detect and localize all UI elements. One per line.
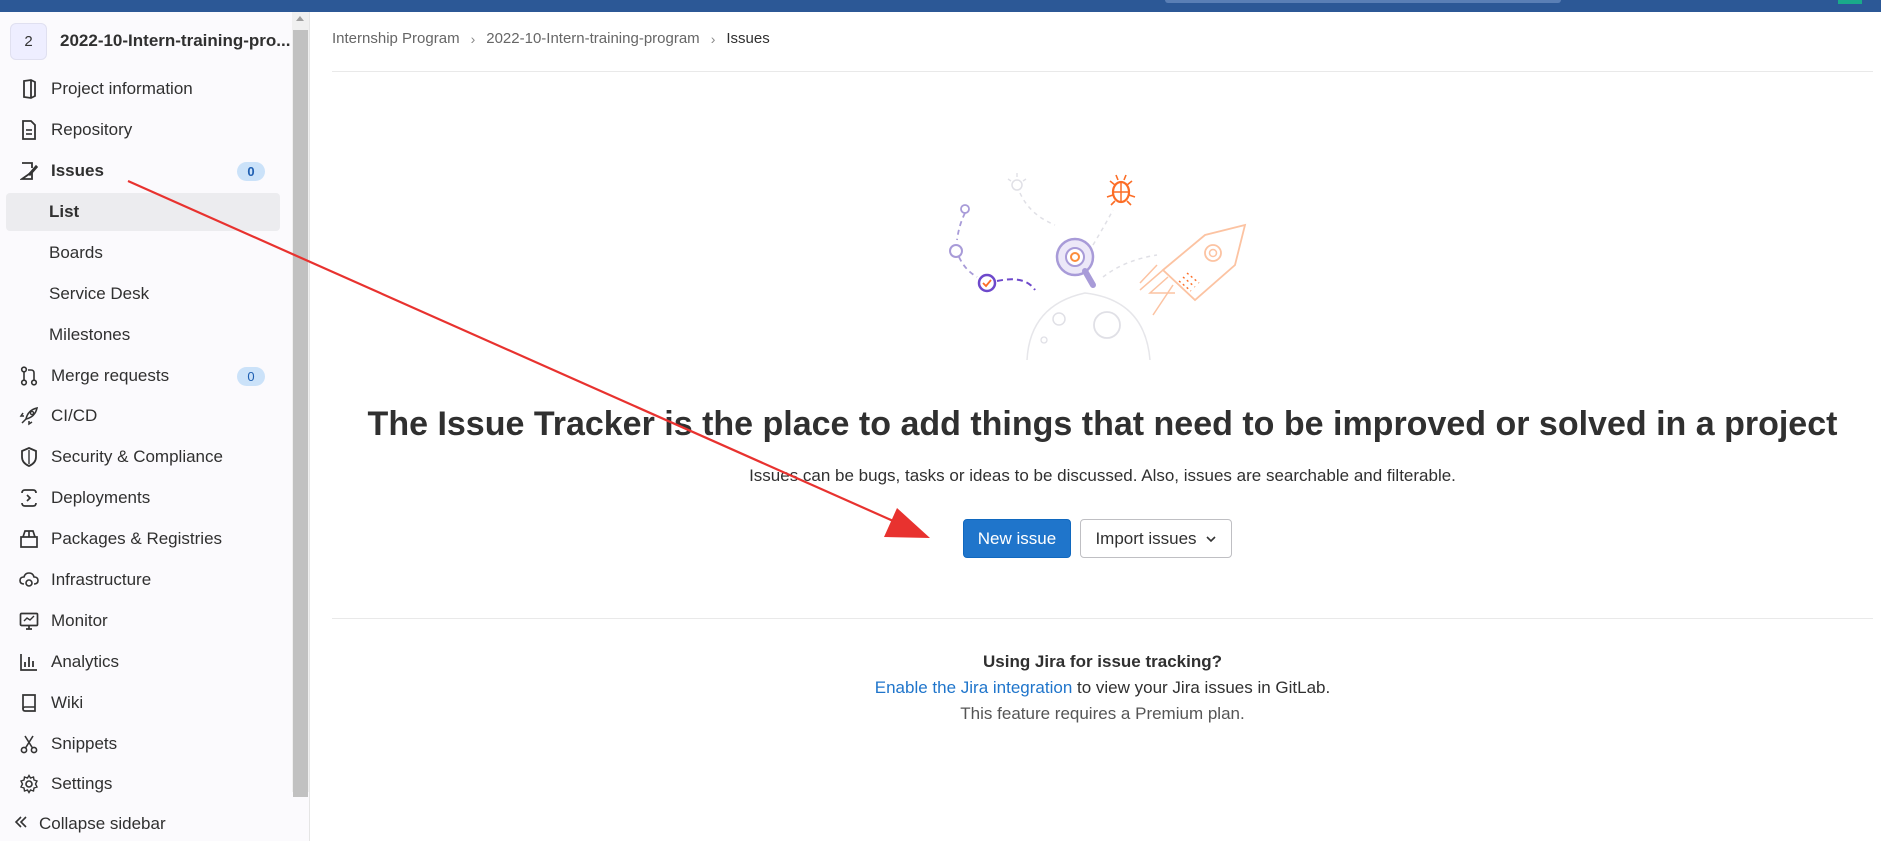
sidebar-item-repository[interactable]: Repository: [6, 111, 280, 149]
project-header[interactable]: 2 2022-10-Intern-training-pro...: [10, 22, 290, 60]
sidebar-item-ci-cd[interactable]: CI/CD: [6, 397, 280, 435]
sidebar-item-label: Repository: [51, 120, 133, 139]
enable-jira-integration-link[interactable]: Enable the Jira integration: [875, 678, 1073, 697]
sidebar-item-label: Merge requests: [51, 366, 170, 385]
sidebar-subitem-milestones[interactable]: Milestones: [6, 316, 280, 354]
sidebar-item-label: Snippets: [51, 734, 118, 753]
sidebar-item-label: Deployments: [51, 488, 151, 507]
sidebar-item-label: Service Desk: [49, 284, 150, 303]
top-navbar: [0, 0, 1881, 12]
sidebar-item-label: Security & Compliance: [51, 447, 223, 466]
package-icon: [18, 528, 40, 550]
empty-state-description: Issues can be bugs, tasks or ideas to be…: [749, 466, 1456, 485]
shield-icon: [18, 446, 40, 468]
monitor-icon: [18, 610, 40, 632]
chevron-down-icon: [1205, 535, 1217, 543]
chevron-right-icon: ›: [470, 30, 476, 47]
sidebar-item-label: Issues: [51, 161, 104, 180]
divider: [332, 618, 1873, 619]
breadcrumb-item-current[interactable]: Issues: [726, 30, 769, 47]
collapse-sidebar-label: Collapse sidebar: [39, 814, 166, 833]
sidebar-item-label: Infrastructure: [51, 570, 152, 589]
sidebar-item-label: Milestones: [49, 325, 131, 344]
jira-line-suffix: to view your Jira issues in GitLab.: [1072, 678, 1331, 697]
sidebar-item-label: Monitor: [51, 611, 108, 630]
sidebar-item-label: List: [49, 202, 80, 221]
sidebar-item-label: Wiki: [51, 693, 84, 712]
breadcrumb-item-group[interactable]: Internship Program: [332, 30, 460, 47]
double-chevron-left-icon: [14, 814, 28, 834]
top-avatar[interactable]: [1838, 0, 1862, 4]
deployments-icon: [18, 487, 40, 509]
sidebar-subitem-boards[interactable]: Boards: [6, 234, 280, 272]
empty-state-title: The Issue Tracker is the place to add th…: [367, 405, 1838, 443]
new-issue-button[interactable]: New issue: [963, 519, 1071, 558]
scroll-up-arrow-icon[interactable]: [296, 16, 304, 21]
sidebar-item-project-information[interactable]: Project information: [6, 70, 280, 108]
sidebar-item-wiki[interactable]: Wiki: [6, 684, 280, 722]
issues-icon: [18, 160, 40, 182]
sidebar-item-snippets[interactable]: Snippets: [6, 725, 280, 763]
import-issues-label: Import issues: [1095, 528, 1197, 548]
rocket-icon: [18, 405, 40, 427]
document-icon: [18, 119, 40, 141]
sidebar-item-label: Project information: [51, 79, 193, 98]
sidebar-item-analytics[interactable]: Analytics: [6, 643, 280, 681]
jira-integration-text: Enable the Jira integration to view your…: [332, 678, 1873, 698]
sidebar-item-issues[interactable]: Issues 0: [6, 152, 280, 190]
chart-icon: [18, 651, 40, 673]
scissors-icon: [18, 733, 40, 755]
sidebar-item-deployments[interactable]: Deployments: [6, 479, 280, 517]
gear-icon: [18, 773, 40, 795]
cloud-gear-icon: [18, 569, 40, 591]
premium-plan-note: This feature requires a Premium plan.: [960, 704, 1245, 723]
sidebar-item-label: Boards: [49, 243, 103, 262]
sidebar-item-merge-requests[interactable]: Merge requests 0: [6, 357, 280, 395]
sidebar-scrollbar-thumb[interactable]: [293, 30, 308, 797]
divider: [332, 71, 1873, 72]
sidebar-item-infrastructure[interactable]: Infrastructure: [6, 561, 280, 599]
chevron-right-icon: ›: [710, 30, 716, 47]
issues-empty-illustration: [949, 173, 1247, 360]
breadcrumb-item-project[interactable]: 2022-10-Intern-training-program: [486, 30, 699, 47]
merge-request-icon: [18, 365, 40, 387]
book-icon: [18, 692, 40, 714]
sidebar-item-label: Analytics: [51, 652, 120, 671]
sidebar-item-security-compliance[interactable]: Security & Compliance: [6, 438, 280, 476]
issues-count-badge: 0: [237, 162, 265, 181]
collapse-sidebar-button[interactable]: Collapse sidebar: [14, 814, 166, 834]
project-avatar[interactable]: 2: [10, 22, 47, 60]
project-name[interactable]: 2022-10-Intern-training-pro...: [60, 31, 290, 51]
top-search-field[interactable]: [1165, 0, 1561, 3]
import-issues-dropdown[interactable]: Import issues: [1080, 519, 1232, 558]
sidebar-subitem-list[interactable]: List: [6, 193, 280, 231]
sidebar-item-label: CI/CD: [51, 406, 98, 425]
breadcrumb: Internship Program › 2022-10-Intern-trai…: [332, 30, 770, 47]
project-info-icon: [18, 78, 40, 100]
sidebar-item-monitor[interactable]: Monitor: [6, 602, 280, 640]
sidebar-subitem-service-desk[interactable]: Service Desk: [6, 275, 280, 313]
merge-requests-count-badge: 0: [237, 367, 265, 386]
sidebar-item-settings[interactable]: Settings: [6, 765, 280, 803]
sidebar-item-label: Settings: [51, 774, 113, 793]
sidebar-item-packages-registries[interactable]: Packages & Registries: [6, 520, 280, 558]
jira-heading: Using Jira for issue tracking?: [982, 652, 1222, 671]
sidebar-item-label: Packages & Registries: [51, 529, 223, 548]
